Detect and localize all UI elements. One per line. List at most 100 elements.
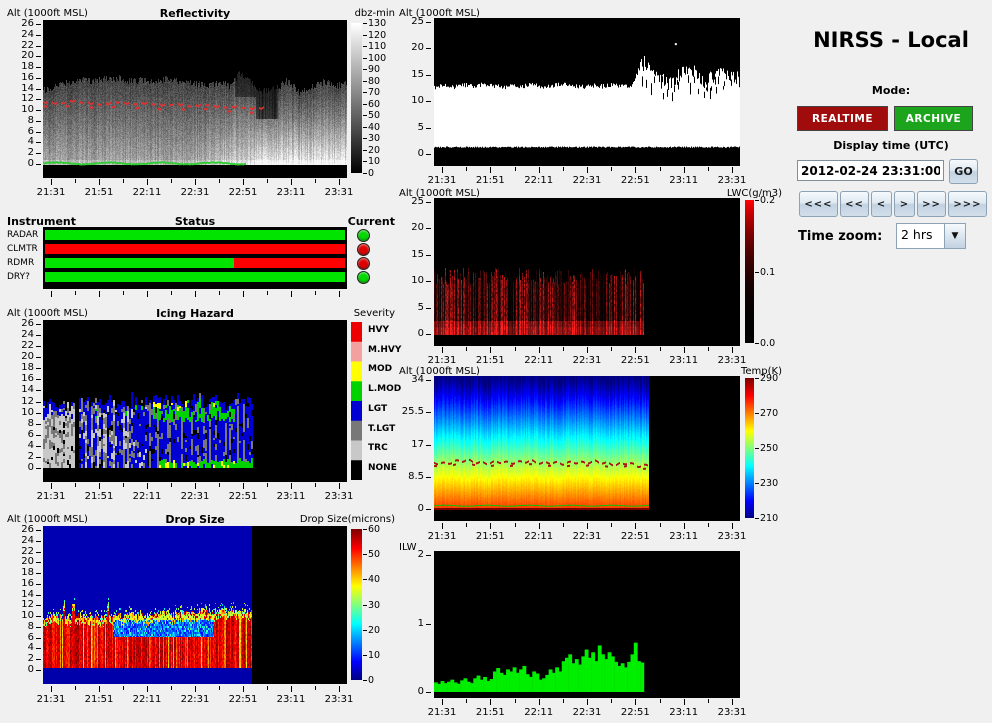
x-axis-tick-label: 23:31 bbox=[718, 175, 747, 186]
x-axis-tick bbox=[466, 523, 467, 527]
x-axis-tick bbox=[99, 291, 100, 297]
colorbar-tick-label: 60 bbox=[368, 525, 380, 535]
y-axis-tick-label: 12 bbox=[21, 397, 34, 407]
archive-button[interactable]: ARCHIVE bbox=[894, 106, 973, 131]
step-forward-small-button[interactable]: > bbox=[894, 191, 915, 217]
y-axis-tick-label: 20 bbox=[21, 352, 34, 362]
y-axis-tick-label: 6 bbox=[28, 633, 34, 643]
colorbar-tick bbox=[755, 378, 759, 379]
y-axis-tick-label: 18 bbox=[21, 568, 34, 578]
x-axis-tick bbox=[490, 699, 491, 705]
x-axis-tick bbox=[291, 179, 292, 185]
time-zoom-dropdown[interactable]: 2 hrs ▼ bbox=[896, 223, 966, 249]
x-axis-tick bbox=[611, 523, 612, 527]
y-axis-tick bbox=[36, 78, 41, 79]
colorbar-tick bbox=[363, 161, 367, 162]
y-axis-tick bbox=[36, 132, 41, 133]
x-axis-tick bbox=[219, 291, 220, 295]
step-forward-fast-button[interactable]: >>> bbox=[948, 191, 987, 217]
y-axis-tick bbox=[426, 22, 431, 23]
x-axis-tick bbox=[171, 291, 172, 295]
go-button[interactable]: GO bbox=[949, 159, 978, 184]
y-axis-tick-label: 8 bbox=[28, 116, 34, 126]
icing-hazard-panel: Alt (1000ft MSL) Icing Hazard Severity 2… bbox=[5, 303, 397, 512]
x-axis-tick bbox=[147, 483, 148, 489]
y-axis-tick bbox=[36, 573, 41, 574]
colorbar-tick-label: 50 bbox=[368, 550, 380, 560]
y-axis-tick bbox=[426, 380, 431, 381]
x-axis-tick bbox=[515, 347, 516, 351]
x-axis-tick bbox=[635, 167, 636, 173]
x-axis-tick bbox=[442, 167, 443, 173]
x-axis-tick bbox=[267, 686, 268, 690]
display-time-input[interactable] bbox=[797, 160, 944, 181]
drop-size-x-axis: 21:3121:5122:1122:3122:5123:1123:31 bbox=[43, 686, 347, 708]
realtime-button[interactable]: REALTIME bbox=[797, 106, 888, 131]
drop-size-panel: Alt (1000ft MSL) Drop Size Drop Size(mic… bbox=[5, 512, 397, 723]
drop-size-colorbar bbox=[351, 529, 362, 680]
colorbar-tick-label: 130 bbox=[368, 19, 386, 29]
colorbar-tick-label: 20 bbox=[368, 146, 380, 156]
x-axis-tick bbox=[442, 523, 443, 529]
colorbar-tick-label: 290 bbox=[760, 374, 778, 384]
x-axis-tick-label: 21:51 bbox=[476, 707, 505, 718]
y-axis-tick bbox=[36, 67, 41, 68]
reflectivity-panel: Alt (1000ft MSL) Reflectivity dbz-min 26… bbox=[5, 0, 397, 212]
status-row-label: RADAR bbox=[7, 230, 38, 240]
y-axis-tick-label: 4 bbox=[28, 137, 34, 147]
y-axis-tick-label: 8.5 bbox=[408, 472, 424, 482]
x-axis-tick bbox=[684, 523, 685, 529]
x-axis-tick bbox=[539, 167, 540, 173]
x-axis-tick bbox=[635, 699, 636, 705]
y-axis-tick bbox=[36, 648, 41, 649]
x-axis-tick bbox=[147, 291, 148, 297]
colorbar-tick bbox=[363, 92, 367, 93]
drop-size-plot bbox=[43, 526, 347, 684]
step-back-small-button[interactable]: < bbox=[871, 191, 892, 217]
colorbar-tick bbox=[755, 272, 759, 273]
dropdown-arrow-icon[interactable]: ▼ bbox=[944, 224, 965, 248]
y-axis-tick-label: 4 bbox=[28, 441, 34, 451]
y-axis-tick-label: 20 bbox=[21, 557, 34, 567]
x-axis-tick-label: 22:11 bbox=[133, 491, 162, 502]
severity-legend-labels: HVYM.HVYMODL.MODLGTT.LGTTRCNONE bbox=[363, 322, 397, 480]
y-axis-tick bbox=[426, 48, 431, 49]
status-x-axis bbox=[43, 291, 347, 299]
x-axis-tick bbox=[611, 167, 612, 171]
colorbar-tick-label: 0 bbox=[368, 169, 374, 179]
severity-label: T.LGT bbox=[368, 424, 395, 434]
y-axis-tick bbox=[426, 477, 431, 478]
colorbar-tick bbox=[755, 448, 759, 449]
y-axis-tick bbox=[36, 324, 41, 325]
ilw-y-axis: 210 bbox=[398, 551, 431, 698]
y-axis-tick bbox=[36, 659, 41, 660]
step-back-button[interactable]: << bbox=[840, 191, 869, 217]
x-axis-tick bbox=[732, 699, 733, 705]
y-axis-tick bbox=[36, 346, 41, 347]
x-axis-tick-label: 22:11 bbox=[133, 187, 162, 198]
y-axis-tick-label: 25 bbox=[411, 17, 424, 27]
x-axis-tick bbox=[490, 167, 491, 173]
colorbar-tick bbox=[755, 413, 759, 414]
x-axis-tick bbox=[99, 483, 100, 489]
x-axis-tick bbox=[660, 523, 661, 527]
y-axis-tick-label: 15 bbox=[411, 250, 424, 260]
x-axis-tick bbox=[75, 686, 76, 690]
x-axis-tick bbox=[267, 179, 268, 183]
y-axis-tick-label: 12 bbox=[21, 94, 34, 104]
x-axis-tick bbox=[684, 167, 685, 173]
x-axis-tick-label: 22:31 bbox=[181, 491, 210, 502]
x-axis-tick bbox=[732, 347, 733, 353]
x-axis-tick bbox=[243, 686, 244, 692]
status-bar bbox=[45, 244, 345, 254]
x-axis-tick bbox=[123, 483, 124, 487]
step-forward-button[interactable]: >> bbox=[917, 191, 946, 217]
x-axis-tick bbox=[611, 347, 612, 351]
x-axis-tick-label: 23:11 bbox=[669, 175, 698, 186]
x-axis-tick-label: 21:51 bbox=[476, 175, 505, 186]
colorbar-tick bbox=[363, 138, 367, 139]
step-back-fast-button[interactable]: <<< bbox=[799, 191, 838, 217]
drop-size-y-axis: 26242220181614121086420 bbox=[5, 526, 41, 684]
colorbar-tick-label: 20 bbox=[368, 626, 380, 636]
colorbar-tick-label: 10 bbox=[368, 651, 380, 661]
